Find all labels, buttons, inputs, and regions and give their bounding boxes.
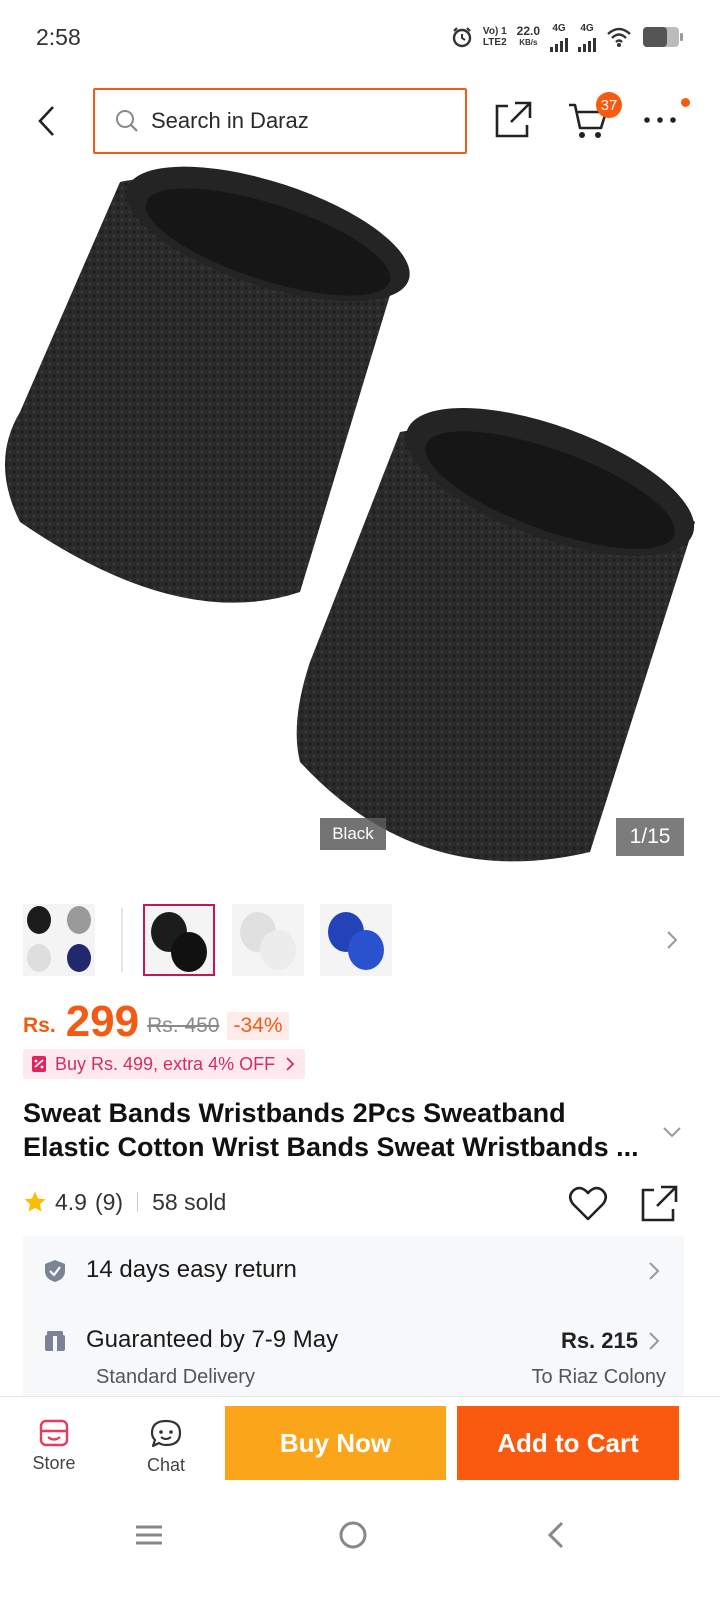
- rating-row[interactable]: 4.9 (9) 58 sold: [23, 1182, 226, 1222]
- wishlist-button[interactable]: [566, 1182, 610, 1226]
- current-price: 299: [65, 997, 140, 1046]
- divider: [137, 1192, 139, 1212]
- share-button[interactable]: [491, 98, 535, 142]
- signal-sim1-icon: 4G: [550, 23, 568, 52]
- more-dots-icon: [644, 117, 676, 123]
- product-title[interactable]: Sweat Bands Wristbands 2Pcs Sweatband El…: [23, 1096, 663, 1164]
- chevron-right-icon: [648, 1331, 662, 1351]
- discount-badge: -34%: [227, 1012, 289, 1040]
- back-arrow-icon: [547, 1521, 564, 1549]
- cart-button[interactable]: 37: [566, 92, 622, 142]
- share-icon: [495, 101, 532, 138]
- search-icon: [116, 110, 138, 132]
- share-icon: [641, 1185, 678, 1222]
- chevron-left-icon: [38, 106, 54, 136]
- thumbnails-next-button[interactable]: [660, 922, 684, 958]
- rating-value: 4.9: [55, 1188, 87, 1215]
- wifi-icon: [607, 27, 631, 47]
- chevron-right-icon: [286, 1057, 295, 1071]
- promo-voucher[interactable]: Buy Rs. 499, extra 4% OFF: [23, 1049, 306, 1079]
- search-placeholder: Search in Daraz: [151, 108, 309, 133]
- return-text: 14 days easy return: [86, 1256, 297, 1283]
- wristband-front: [296, 408, 695, 862]
- store-button[interactable]: Store: [14, 1419, 94, 1474]
- home-circle-icon: [339, 1521, 367, 1549]
- store-icon: [39, 1419, 69, 1447]
- variant-tag: Black: [320, 818, 386, 850]
- thumb-white[interactable]: [232, 904, 304, 976]
- chat-icon: [150, 1419, 182, 1448]
- service-info-card: 14 days easy return Guaranteed by 7-9 Ma…: [23, 1236, 684, 1402]
- thumb-blue[interactable]: [320, 904, 392, 976]
- delivery-box-icon: [43, 1329, 67, 1353]
- notification-dot: [681, 98, 690, 107]
- rating-count: (9): [94, 1188, 124, 1215]
- menu-lines-icon: [136, 1525, 162, 1545]
- back-button[interactable]: [26, 100, 68, 142]
- wristband-pair-illustration: [5, 166, 695, 862]
- delivery-fee: Rs. 215: [560, 1328, 638, 1353]
- delivery-type: Standard Delivery: [96, 1366, 255, 1388]
- status-bar: 2:58 Vo) 1 LTE2 22.0 KB/s 4G 4G: [0, 0, 720, 74]
- system-back-button[interactable]: [534, 1513, 578, 1557]
- original-price: Rs. 450: [147, 1014, 220, 1037]
- delivery-location: To Riaz Colony: [531, 1366, 666, 1388]
- image-counter: 1/15: [616, 818, 684, 856]
- voucher-icon: [32, 1056, 46, 1072]
- sold-count: 58 sold: [152, 1188, 227, 1215]
- more-options-button[interactable]: [638, 98, 682, 142]
- price-row: Rs. 299 Rs. 450 -34%: [23, 994, 289, 1044]
- home-button[interactable]: [331, 1513, 375, 1557]
- system-navigation-bar: [0, 1497, 720, 1600]
- buy-now-button[interactable]: Buy Now: [225, 1406, 446, 1480]
- thumb-multicolor[interactable]: [23, 904, 95, 976]
- signal-sim2-icon: 4G: [578, 23, 596, 52]
- chevron-down-icon: [663, 1127, 681, 1138]
- star-icon: [24, 1191, 46, 1212]
- return-policy-row[interactable]: 14 days easy return: [23, 1236, 684, 1306]
- shield-check-icon: [43, 1259, 67, 1283]
- network-speed: 22.0 KB/s: [516, 24, 540, 47]
- cart-count-badge: 37: [596, 92, 622, 118]
- share-product-button[interactable]: [637, 1182, 681, 1226]
- expand-title-button[interactable]: [662, 1120, 686, 1144]
- price-currency: Rs.: [23, 1014, 56, 1037]
- promo-text: Buy Rs. 499, extra 4% OFF: [55, 1053, 276, 1074]
- thumb-black[interactable]: [143, 904, 215, 976]
- search-input[interactable]: Search in Daraz: [93, 88, 467, 154]
- chevron-right-icon: [648, 1261, 662, 1281]
- heart-icon: [568, 1186, 608, 1221]
- chat-label: Chat: [146, 1455, 186, 1475]
- delivery-guarantee-text: Guaranteed by 7-9 May: [86, 1326, 339, 1353]
- bottom-action-bar: Store Chat Buy Now Add to Cart: [0, 1397, 720, 1497]
- volte-indicator: Vo) 1 LTE2: [482, 26, 507, 48]
- status-icons: Vo) 1 LTE2 22.0 KB/s 4G 4G: [451, 23, 684, 52]
- store-label: Store: [32, 1453, 76, 1473]
- status-time: 2:58: [36, 23, 81, 50]
- battery-icon: [643, 27, 683, 47]
- chevron-right-icon: [667, 931, 678, 949]
- thumbnail-strip: [0, 902, 720, 980]
- add-to-cart-button[interactable]: Add to Cart: [457, 1406, 679, 1480]
- delivery-row[interactable]: Guaranteed by 7-9 May Rs. 215 Standard D…: [23, 1306, 684, 1402]
- chat-button[interactable]: Chat: [126, 1419, 206, 1476]
- thumb-divider: [121, 908, 123, 972]
- recent-apps-button[interactable]: [127, 1513, 171, 1557]
- header: Search in Daraz 37: [0, 86, 720, 158]
- product-image[interactable]: [0, 162, 720, 882]
- alarm-icon: [452, 27, 472, 48]
